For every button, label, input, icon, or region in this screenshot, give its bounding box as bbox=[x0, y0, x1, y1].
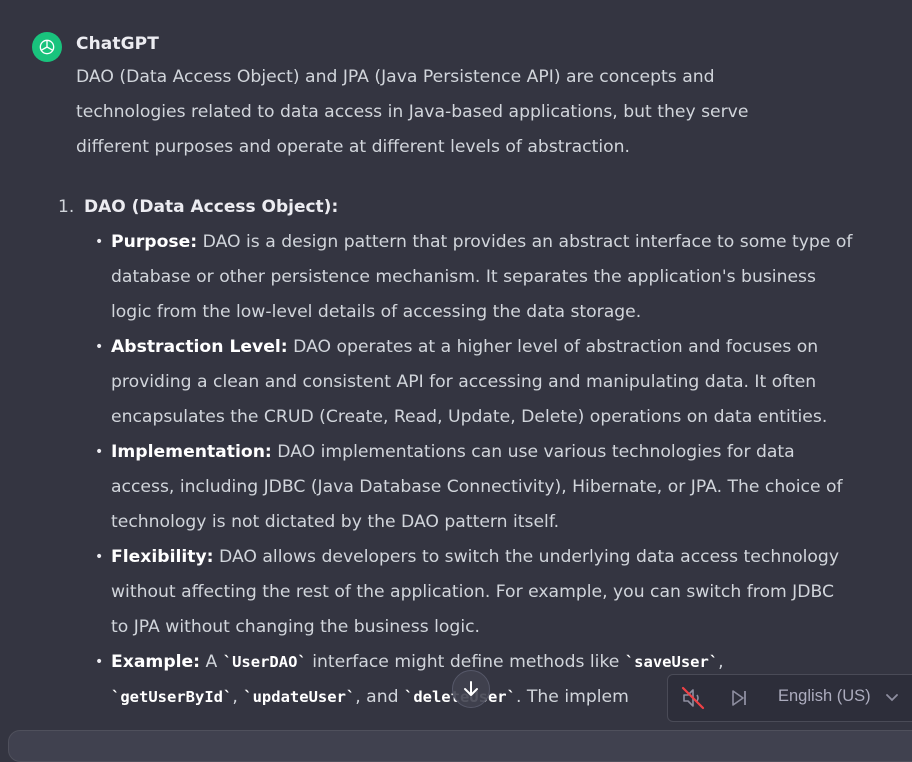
code-getuserbyid: `getUserById` bbox=[111, 688, 233, 706]
openai-logo-icon bbox=[39, 39, 55, 55]
chatgpt-avatar bbox=[32, 32, 62, 62]
list-title: DAO (Data Access Object): bbox=[84, 197, 339, 217]
bullet-label: Implementation: bbox=[111, 442, 272, 462]
bullet-dot: • bbox=[95, 339, 104, 355]
mute-icon[interactable] bbox=[680, 685, 706, 711]
bullet-label: Example: bbox=[111, 652, 201, 672]
code-updateuser: `updateUser` bbox=[243, 688, 356, 706]
list-item: • Abstraction Level: DAO operates at a hi… bbox=[95, 330, 855, 435]
bullet-text: DAO is a design pattern that provides an… bbox=[111, 232, 853, 322]
code-userdao: `UserDAO` bbox=[222, 653, 307, 671]
chevron-down-icon[interactable] bbox=[884, 689, 900, 705]
list-item: • Implementation: DAO implementations can… bbox=[95, 435, 855, 540]
message-author: ChatGPT bbox=[76, 34, 159, 54]
list-item: • Purpose: DAO is a design pattern that p… bbox=[95, 225, 855, 330]
example-text: , bbox=[718, 652, 724, 672]
list-number: 1. bbox=[58, 197, 75, 217]
bullet-dot: • bbox=[95, 549, 104, 565]
bullet-text: DAO allows developers to switch the unde… bbox=[111, 547, 839, 637]
example-text: . The implem bbox=[515, 687, 629, 707]
language-select[interactable]: English (US) bbox=[778, 687, 871, 706]
example-text: A bbox=[200, 652, 223, 672]
example-text: , bbox=[232, 687, 244, 707]
example-text: , and bbox=[355, 687, 404, 707]
skip-icon[interactable] bbox=[728, 687, 750, 709]
voice-control-bar: English (US) bbox=[667, 674, 912, 722]
example-text: interface might define methods like bbox=[306, 652, 625, 672]
bullet-dot: • bbox=[95, 444, 104, 460]
message-input-edge[interactable] bbox=[8, 730, 912, 762]
bullet-dot: • bbox=[95, 654, 104, 670]
bullet-label: Flexibility: bbox=[111, 547, 214, 567]
scroll-to-bottom-button[interactable] bbox=[452, 670, 490, 708]
code-saveuser: `saveUser` bbox=[624, 653, 719, 671]
bullet-list: • Purpose: DAO is a design pattern that p… bbox=[95, 225, 855, 715]
bullet-label: Purpose: bbox=[111, 232, 198, 252]
list-item: • Flexibility: DAO allows developers to s… bbox=[95, 540, 855, 645]
intro-paragraph: DAO (Data Access Object) and JPA (Java P… bbox=[76, 67, 749, 157]
arrow-down-icon bbox=[464, 681, 478, 696]
bullet-dot: • bbox=[95, 234, 104, 250]
bullet-label: Abstraction Level: bbox=[111, 337, 288, 357]
